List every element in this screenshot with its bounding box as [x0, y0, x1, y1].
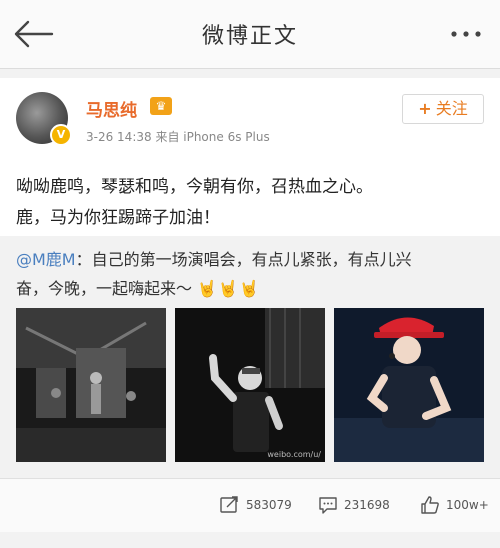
rock-hand-emoji-icon: 🤘🤘🤘 [197, 279, 260, 298]
post-body: 呦呦鹿鸣，琴瑟和鸣，今朝有你，召热血之心。 鹿，马为你狂踢蹄子加油！ [16, 172, 486, 234]
vip-crown-icon: ♛ [150, 97, 172, 115]
top-navigation-bar: 微博正文 [0, 0, 500, 69]
photo-thumbnail-stage[interactable] [16, 308, 166, 462]
mention-link[interactable]: @M鹿M [16, 250, 76, 269]
weibo-post-card: V 马思纯 ♛ 3-26 14:38 来自 iPhone 6s Plus + 关注… [0, 78, 500, 548]
comment-button[interactable]: 231698 [318, 493, 390, 517]
repost-text-line: @M鹿M：自己的第一场演唱会，有点儿紧张，有点儿兴 [16, 245, 486, 274]
post-text-line: 鹿，马为你狂踢蹄子加油！ [16, 208, 220, 228]
repost-icon [220, 496, 238, 513]
plus-icon: + [418, 99, 432, 118]
like-button[interactable]: 100w+ [420, 493, 489, 517]
avatar[interactable]: V [16, 92, 72, 146]
repost-button[interactable]: 583079 [220, 493, 292, 517]
photo-thumbnail-singer[interactable] [334, 308, 484, 462]
repost-text: ：自己的第一场演唱会，有点儿紧张，有点儿兴 [75, 250, 412, 269]
action-bar: 583079 231698 100w+ [0, 478, 500, 532]
repost-text: 奋，今晚，一起嗨起来～ [16, 279, 193, 298]
photo-watermark: weibo.com/u/ [267, 450, 321, 459]
repost-count: 583079 [246, 498, 292, 512]
comment-icon [319, 497, 337, 514]
comment-count: 231698 [344, 498, 390, 512]
page-title: 微博正文 [201, 24, 298, 49]
repost-body: @M鹿M：自己的第一场演唱会，有点儿紧张，有点儿兴 奋，今晚，一起嗨起来～ 🤘🤘… [16, 245, 486, 303]
more-options-icon[interactable] [446, 22, 486, 46]
post-text-line: 呦呦鹿鸣，琴瑟和鸣，今朝有你，召热血之心。 [16, 177, 373, 197]
photo-thumbnail-performer[interactable]: weibo.com/u/ [175, 308, 325, 462]
author-name[interactable]: 马思纯 [86, 96, 137, 121]
like-count: 100w+ [446, 498, 489, 512]
photo-grid: weibo.com/u/ [16, 308, 486, 462]
follow-button[interactable]: + 关注 [402, 94, 484, 124]
repost-text-line: 奋，今晚，一起嗨起来～ 🤘🤘🤘 [16, 274, 486, 303]
verified-badge-icon: V [50, 124, 72, 146]
post-meta: 3-26 14:38 来自 iPhone 6s Plus [86, 130, 270, 144]
thumbs-up-icon [421, 496, 439, 514]
follow-label: 关注 [435, 99, 468, 118]
